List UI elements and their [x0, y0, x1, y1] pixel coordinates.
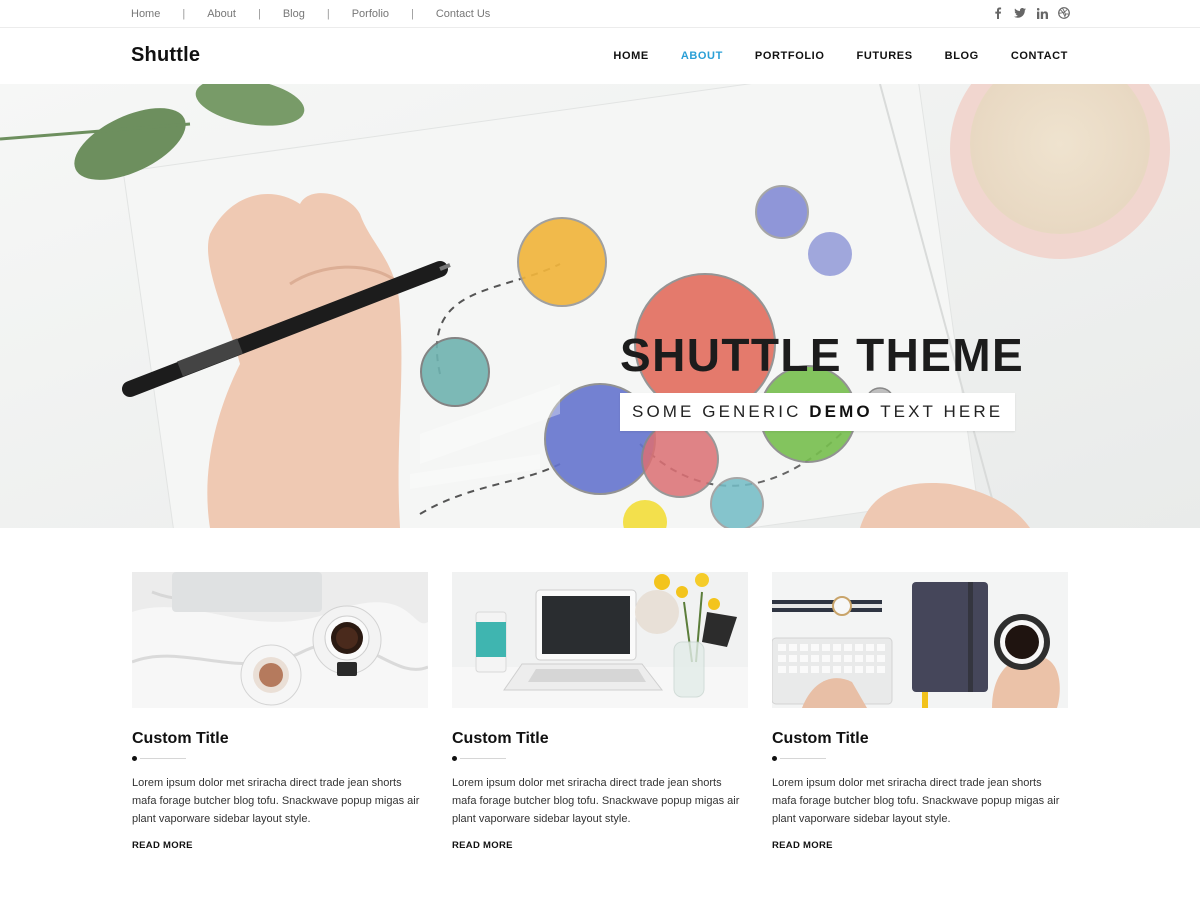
- top-link-blog[interactable]: Blog: [283, 8, 305, 20]
- top-link-contact[interactable]: Contact Us: [436, 8, 490, 20]
- title-divider: [772, 756, 1068, 762]
- card-text: Lorem ipsum dolor met sriracha direct tr…: [452, 777, 740, 825]
- top-link-portfolio[interactable]: Porfolio: [352, 8, 389, 20]
- nav-contact[interactable]: CONTACT: [1011, 50, 1068, 62]
- card-title: Custom Title: [132, 730, 229, 747]
- top-link-home[interactable]: Home: [131, 8, 160, 20]
- hero-title: SHUTTLE THEME: [620, 329, 1025, 381]
- card-image-laptop-flowers[interactable]: [452, 572, 748, 708]
- title-divider: [452, 756, 748, 762]
- card-image-coffee-bed[interactable]: [132, 572, 428, 708]
- feature-card: Custom Title Lorem ipsum dolor met srira…: [452, 572, 748, 853]
- facebook-icon[interactable]: [992, 7, 1004, 19]
- card-title: Custom Title: [452, 730, 549, 747]
- card-title: Custom Title: [772, 730, 869, 747]
- hero-subtitle: SOME GENERIC DEMO TEXT HERE: [620, 393, 1016, 431]
- nav-blog[interactable]: BLOG: [945, 50, 979, 62]
- social-links: [992, 7, 1070, 19]
- separator: |: [182, 8, 186, 20]
- main-nav: HOME ABOUT PORTFOLIO FUTURES BLOG CONTAC…: [613, 50, 1068, 62]
- hero-subtitle-bold: DEMO: [809, 402, 873, 421]
- nav-about[interactable]: ABOUT: [681, 50, 723, 62]
- feature-card: Custom Title Lorem ipsum dolor met srira…: [772, 572, 1068, 853]
- hero-subtitle-end: TEXT HERE: [872, 402, 1004, 421]
- title-divider: [132, 756, 428, 762]
- nav-futures[interactable]: FUTURES: [857, 50, 913, 62]
- top-links: Home | About | Blog | Porfolio | Contact…: [131, 8, 490, 20]
- linkedin-icon[interactable]: [1036, 7, 1048, 19]
- separator: |: [411, 8, 414, 20]
- top-bar: Home | About | Blog | Porfolio | Contact…: [0, 0, 1200, 28]
- feature-card: Custom Title Lorem ipsum dolor met srira…: [132, 572, 428, 853]
- top-link-about[interactable]: About: [207, 8, 236, 20]
- separator: |: [257, 8, 261, 20]
- card-text: Lorem ipsum dolor met sriracha direct tr…: [132, 777, 420, 825]
- site-logo[interactable]: Shuttle: [131, 44, 200, 67]
- dribbble-icon[interactable]: [1058, 7, 1070, 19]
- hero-banner: SHUTTLE THEME SOME GENERIC DEMO TEXT HER…: [0, 84, 1200, 528]
- hero-subtitle-start: SOME GENERIC: [632, 402, 810, 421]
- read-more-link[interactable]: READ MORE: [452, 840, 513, 851]
- main-header: Shuttle HOME ABOUT PORTFOLIO FUTURES BLO…: [0, 28, 1200, 84]
- nav-home[interactable]: HOME: [613, 50, 648, 62]
- card-text: Lorem ipsum dolor met sriracha direct tr…: [772, 777, 1060, 825]
- read-more-link[interactable]: READ MORE: [132, 840, 193, 851]
- twitter-icon[interactable]: [1014, 7, 1026, 19]
- nav-portfolio[interactable]: PORTFOLIO: [755, 50, 825, 62]
- read-more-link[interactable]: READ MORE: [772, 840, 833, 851]
- card-image-keyboard-notebook[interactable]: [772, 572, 1068, 708]
- separator: |: [326, 8, 330, 20]
- hero-background-image: [0, 84, 1200, 528]
